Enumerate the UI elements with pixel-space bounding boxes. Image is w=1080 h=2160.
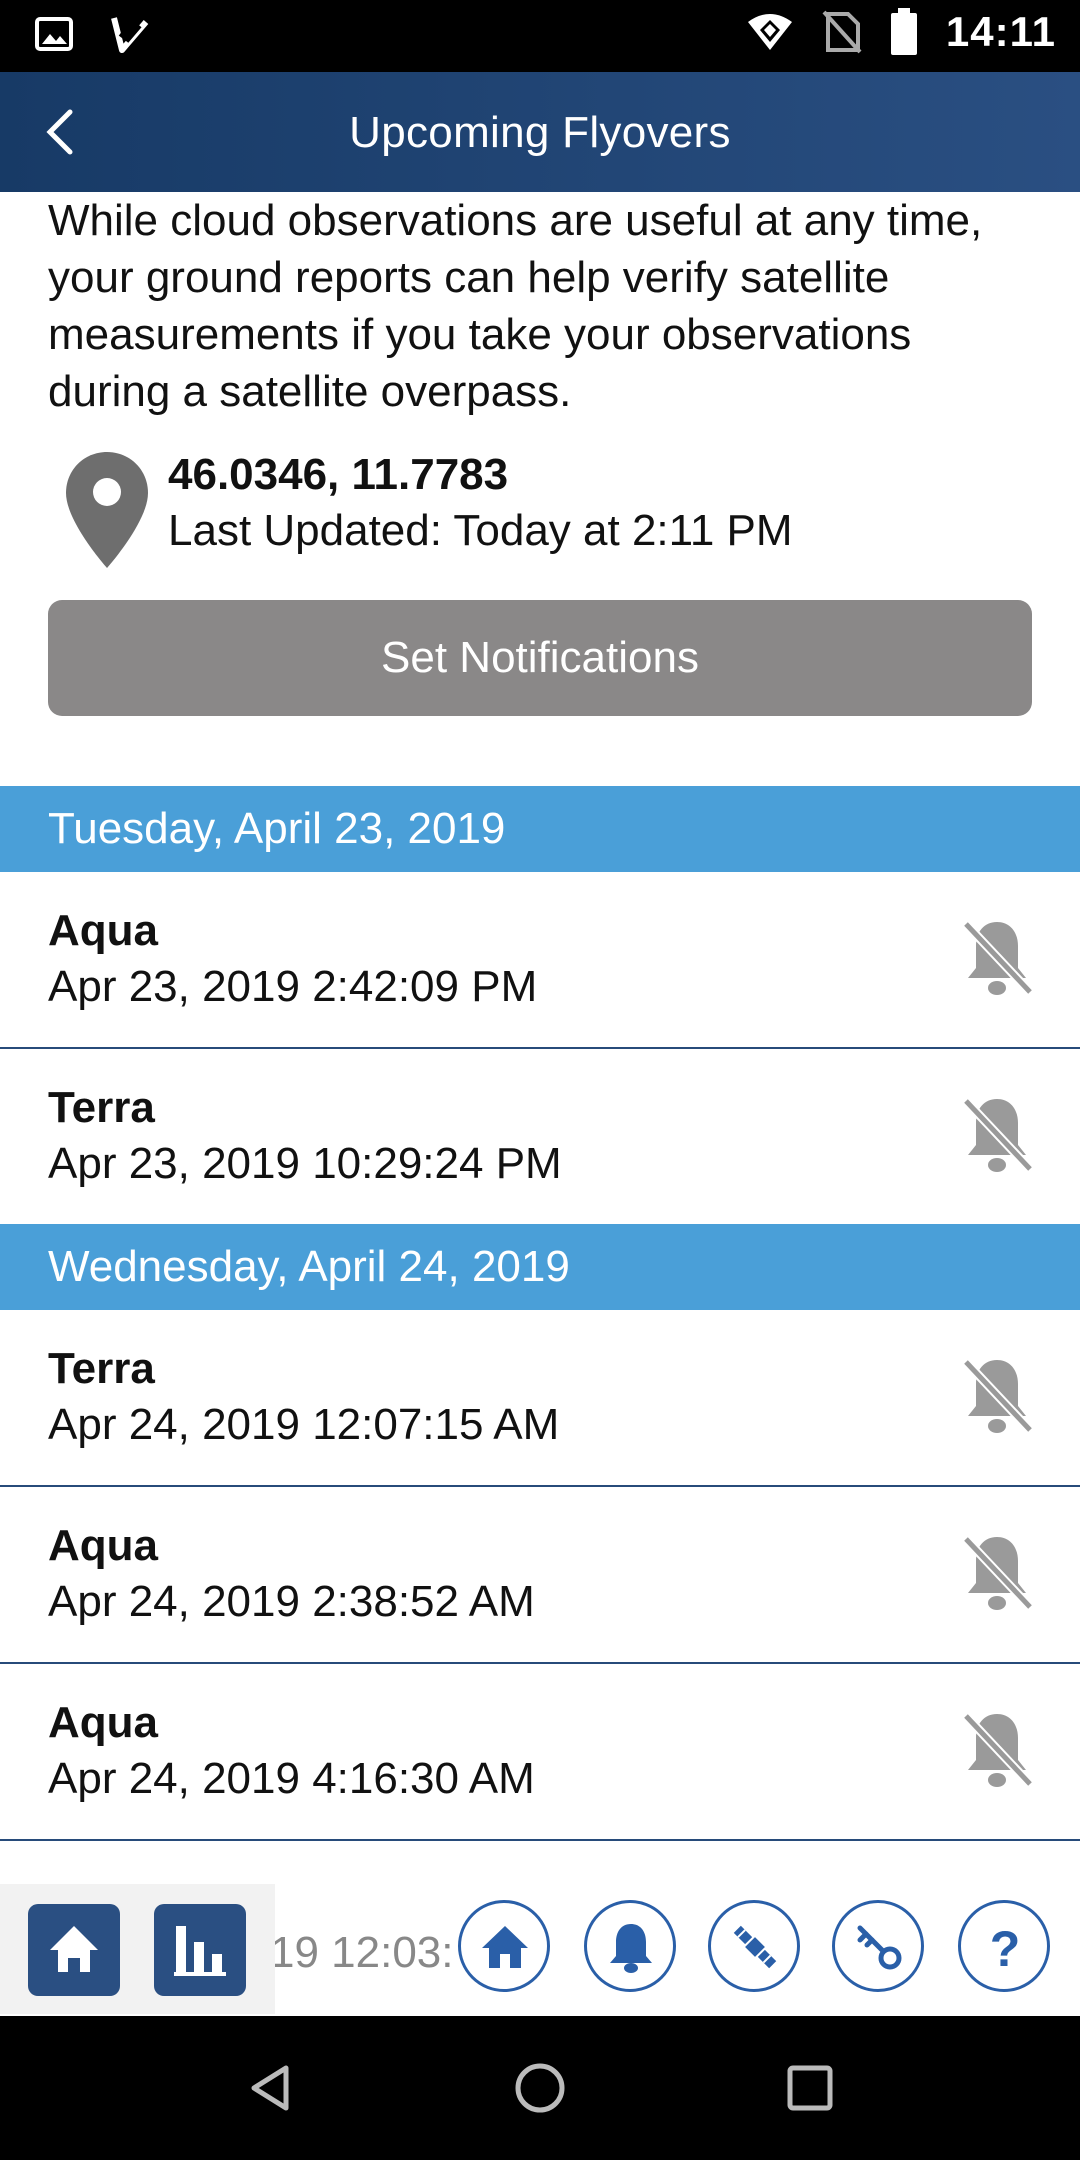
home-icon [50,1926,98,1972]
stats-tool-button[interactable] [154,1904,246,1996]
wifi-icon [747,14,792,50]
bell-off-icon[interactable] [958,1708,1036,1790]
home-tool-button[interactable] [28,1904,120,1996]
flyover-time: Apr 23, 2019 10:29:24 PM [48,1139,562,1188]
intro-text: While cloud observations are useful at a… [48,196,983,416]
set-notifications-button[interactable]: Set Notifications [48,600,1032,716]
bar-chart-icon [174,1926,226,1976]
flyover-row[interactable]: Aqua Apr 24, 2019 2:38:52 AM [0,1487,1080,1664]
flyover-row[interactable]: Terra Apr 23, 2019 10:29:24 PM [0,1049,1080,1224]
battery-icon [890,8,917,55]
nav-notifications-button[interactable] [584,1900,676,1992]
help-glyph: ? [990,1921,1021,1974]
home-circle-icon[interactable] [512,2060,568,2116]
satellite-name: Aqua [48,1698,158,1747]
bell-off-icon[interactable] [958,1531,1036,1613]
system-nav-bar [0,2016,1080,2160]
bell-off-icon[interactable] [958,1354,1036,1436]
coordinates: 46.0346, 11.7783 [168,450,509,499]
home-icon [482,1926,528,1968]
last-updated: Last Updated: Today at 2:11 PM [168,506,793,555]
key-icon [857,1925,902,1970]
location-pin-icon [66,452,148,568]
recents-square-icon[interactable] [782,2060,838,2116]
satellite-name: Terra [48,1083,155,1132]
clock: 14:11 [945,8,1056,55]
partial-flyover-time: 19 12:03: [270,1928,454,1977]
left-toolbar [0,1884,275,2014]
check-app-icon [111,17,149,53]
location-info: 46.0346, 11.7783 Last Updated: Today at … [48,450,1038,570]
image-icon [35,17,73,51]
page-title: Upcoming Flyovers [349,108,731,157]
date-header: Wednesday, April 24, 2019 [0,1224,1080,1310]
flyover-time: Apr 24, 2019 2:38:52 AM [48,1577,535,1626]
nav-help-button[interactable]: ? [958,1900,1050,1992]
flyover-row[interactable]: Terra Apr 24, 2019 12:07:15 AM [0,1310,1080,1487]
flyover-time: Apr 24, 2019 4:16:30 AM [48,1754,535,1803]
help-icon: ? [990,1921,1021,1974]
flyover-row[interactable]: Aqua Apr 23, 2019 2:42:09 PM [0,872,1080,1049]
bell-icon [610,1924,652,1973]
nav-key-button[interactable] [832,1900,924,1992]
bell-off-icon[interactable] [958,916,1036,998]
satellite-icon [733,1925,777,1969]
flyover-time: Apr 23, 2019 2:42:09 PM [48,962,538,1011]
nav-home-button[interactable] [458,1900,550,1992]
date-header: Tuesday, April 23, 2019 [0,786,1080,872]
status-bar: 14:11 [0,0,1080,72]
flyover-list: Tuesday, April 23, 2019 Aqua Apr 23, 201… [0,786,1080,1841]
app-bar: Upcoming Flyovers [0,72,1080,192]
flyover-time: Apr 24, 2019 12:07:15 AM [48,1400,560,1449]
satellite-name: Aqua [48,1521,158,1570]
no-sim-icon [822,10,862,54]
satellite-name: Terra [48,1344,155,1393]
flyover-row[interactable]: Aqua Apr 24, 2019 4:16:30 AM [0,1664,1080,1841]
bell-off-icon[interactable] [958,1093,1036,1175]
back-triangle-icon[interactable] [242,2060,298,2116]
satellite-name: Aqua [48,906,158,955]
nav-satellite-button[interactable] [708,1900,800,1992]
